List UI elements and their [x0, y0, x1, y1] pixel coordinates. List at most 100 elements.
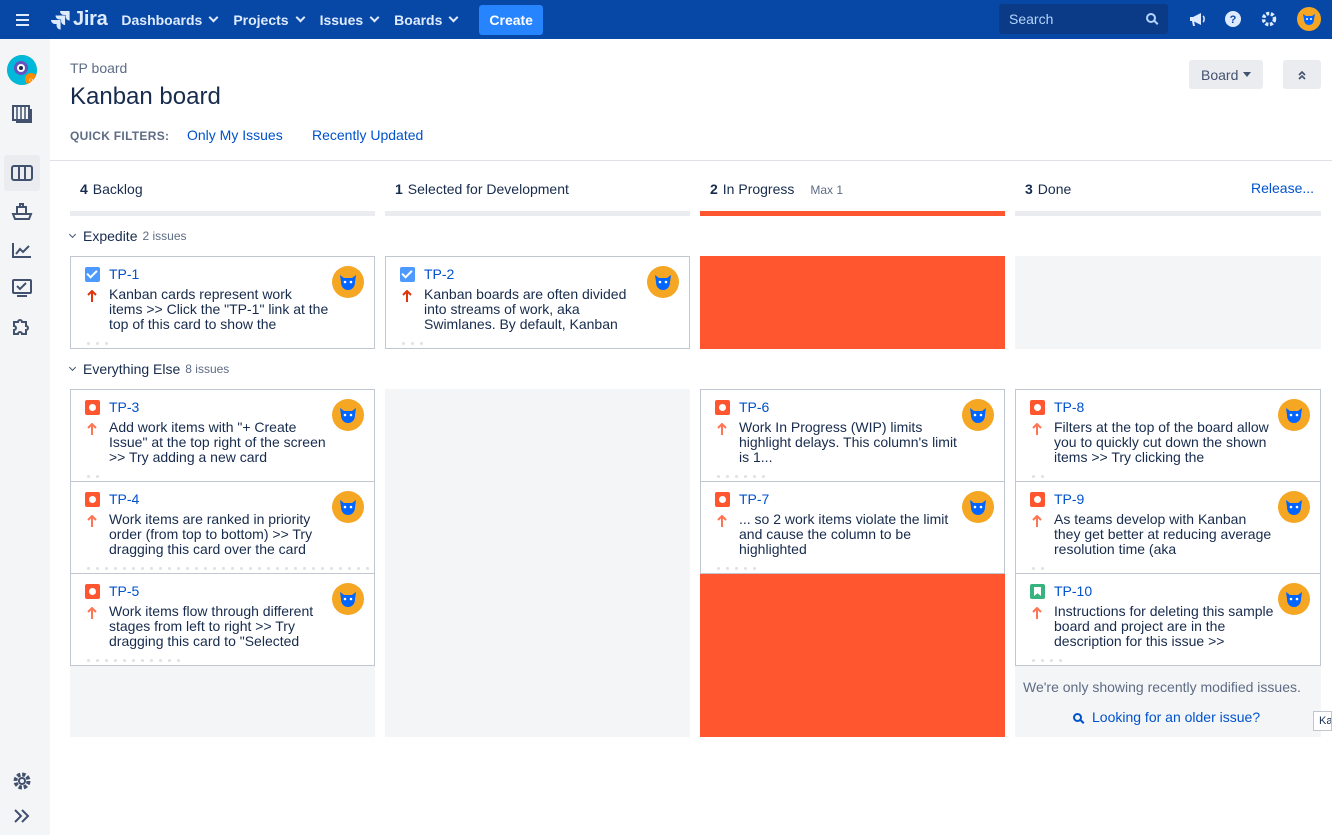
issue-summary: Work items are ranked in priority order …: [109, 511, 313, 557]
task-type-icon: [85, 267, 100, 282]
quick-filter-only-my-issues[interactable]: Only My Issues: [187, 127, 283, 143]
add-ons-icon[interactable]: [9, 313, 35, 339]
reports-icon[interactable]: [9, 237, 35, 263]
chevron-down-icon: [208, 12, 219, 23]
releases-icon[interactable]: [9, 199, 35, 225]
chevron-down-icon: [68, 363, 77, 372]
nav-projects[interactable]: Projects: [233, 12, 306, 28]
column-header-in-progress: 2 In Progress Max 1: [710, 181, 843, 197]
issue-card[interactable]: TP-5 Work items flow through different s…: [70, 573, 375, 666]
issue-summary: Kanban boards are often divided into str…: [424, 286, 627, 332]
issue-key[interactable]: TP-8: [1054, 399, 1084, 415]
issue-key[interactable]: TP-3: [109, 399, 139, 415]
sidebar: ‹›: [0, 39, 50, 835]
bug-type-icon: [1030, 492, 1045, 507]
assignee-avatar[interactable]: [1278, 399, 1310, 431]
search-input[interactable]: [1009, 11, 1139, 27]
svg-text:‹›: ‹›: [29, 77, 34, 84]
issue-key[interactable]: TP-6: [739, 399, 769, 415]
quick-filters-label: QUICK FILTERS:: [70, 129, 170, 143]
card-grabber: [717, 567, 756, 571]
assignee-avatar[interactable]: [962, 491, 994, 523]
issue-card[interactable]: TP-2 Kanban boards are often divided int…: [385, 256, 690, 349]
settings-icon[interactable]: [1258, 8, 1280, 30]
swimlane-everything-else-header[interactable]: Everything Else 8 issues: [68, 361, 229, 377]
create-button[interactable]: Create: [479, 4, 543, 35]
issue-card[interactable]: TP-3 Add work items with "+ Create Issue…: [70, 389, 375, 482]
bug-type-icon: [715, 400, 730, 415]
assignee-avatar[interactable]: [1278, 491, 1310, 523]
backlog-icon[interactable]: [9, 101, 35, 127]
issue-key[interactable]: TP-5: [109, 583, 139, 599]
issue-key[interactable]: TP-10: [1054, 583, 1092, 599]
issue-summary: Work items flow through different stages…: [109, 603, 314, 649]
card-grabber: [87, 475, 99, 479]
expand-sidebar-icon[interactable]: [9, 803, 35, 829]
assignee-avatar[interactable]: [1278, 583, 1310, 615]
issue-card[interactable]: TP-4 Work items are ranked in priority o…: [70, 481, 375, 574]
issue-summary: As teams develop with Kanban they get be…: [1054, 511, 1272, 557]
megaphone-icon[interactable]: [1186, 8, 1208, 30]
assignee-avatar[interactable]: [332, 491, 364, 523]
card-grabber: [87, 567, 369, 571]
issue-card[interactable]: TP-6 Work In Progress (WIP) limits highl…: [700, 389, 1005, 482]
breadcrumb[interactable]: TP board: [70, 60, 127, 76]
column-bar: [70, 211, 375, 216]
issue-card[interactable]: TP-9 As teams develop with Kanban they g…: [1015, 481, 1321, 574]
nav-boards[interactable]: Boards: [394, 12, 459, 28]
bug-type-icon: [715, 492, 730, 507]
assignee-avatar[interactable]: [647, 266, 679, 298]
issue-key[interactable]: TP-4: [109, 491, 139, 507]
issue-key[interactable]: TP-1: [109, 266, 139, 282]
search-box[interactable]: [999, 4, 1168, 34]
release-link[interactable]: Release...: [1251, 180, 1314, 196]
assignee-avatar[interactable]: [332, 266, 364, 298]
issue-summary: Kanban cards represent work items >> Cli…: [109, 286, 329, 332]
board-menu-button[interactable]: Board: [1189, 60, 1263, 89]
issue-card[interactable]: TP-7 ... so 2 work items violate the lim…: [700, 481, 1005, 574]
board-icon[interactable]: [4, 155, 40, 191]
help-icon[interactable]: ?: [1222, 8, 1244, 30]
collapse-header-button[interactable]: [1283, 60, 1321, 89]
chevron-down-icon: [295, 12, 306, 23]
nav-issues[interactable]: Issues: [319, 11, 380, 28]
issue-key[interactable]: TP-2: [424, 266, 454, 282]
issues-icon[interactable]: [9, 275, 35, 301]
assignee-avatar[interactable]: [332, 399, 364, 431]
project-avatar[interactable]: ‹›: [7, 55, 37, 85]
story-type-icon: [1030, 584, 1045, 599]
column-count: 2: [710, 181, 718, 197]
older-issue-link[interactable]: Looking for an older issue?: [1073, 709, 1260, 725]
bug-type-icon: [85, 400, 100, 415]
logo-text: Jira: [73, 8, 108, 30]
card-grabber: [87, 659, 180, 663]
board-menu-label: Board: [1201, 66, 1239, 83]
user-avatar[interactable]: [1297, 7, 1321, 31]
bug-type-icon: [85, 492, 100, 507]
swimlane-expedite-header[interactable]: Expedite 2 issues: [68, 228, 187, 244]
priority-high-icon: [87, 423, 97, 435]
jira-logo[interactable]: Jira: [50, 8, 108, 31]
project-settings-icon[interactable]: [9, 768, 35, 794]
nav-label: Dashboards: [121, 11, 203, 28]
issue-card[interactable]: TP-8 Filters at the top of the board all…: [1015, 389, 1321, 482]
issue-key[interactable]: TP-9: [1054, 491, 1084, 507]
issue-card[interactable]: TP-10 Instructions for deleting this sam…: [1015, 573, 1321, 666]
priority-high-icon: [1032, 423, 1042, 435]
priority-high-icon: [1032, 515, 1042, 527]
assignee-avatar[interactable]: [962, 399, 994, 431]
card-grabber: [402, 342, 423, 346]
issue-summary: ... so 2 work items violate the limit an…: [739, 511, 949, 557]
bug-type-icon: [1030, 400, 1045, 415]
wip-exceeded-cell: [700, 256, 1005, 349]
quick-filter-recently-updated[interactable]: Recently Updated: [312, 127, 423, 143]
issue-key[interactable]: TP-7: [739, 491, 769, 507]
issue-summary: Work In Progress (WIP) limits highlight …: [739, 419, 957, 465]
chevron-down-icon: [369, 12, 380, 23]
priority-highest-icon: [87, 290, 97, 302]
issue-card[interactable]: TP-1 Kanban cards represent work items >…: [70, 256, 375, 349]
nav-label: Issues: [319, 11, 364, 28]
nav-dashboards[interactable]: Dashboards: [121, 11, 219, 28]
assignee-avatar[interactable]: [332, 583, 364, 615]
menu-icon[interactable]: [0, 0, 44, 39]
